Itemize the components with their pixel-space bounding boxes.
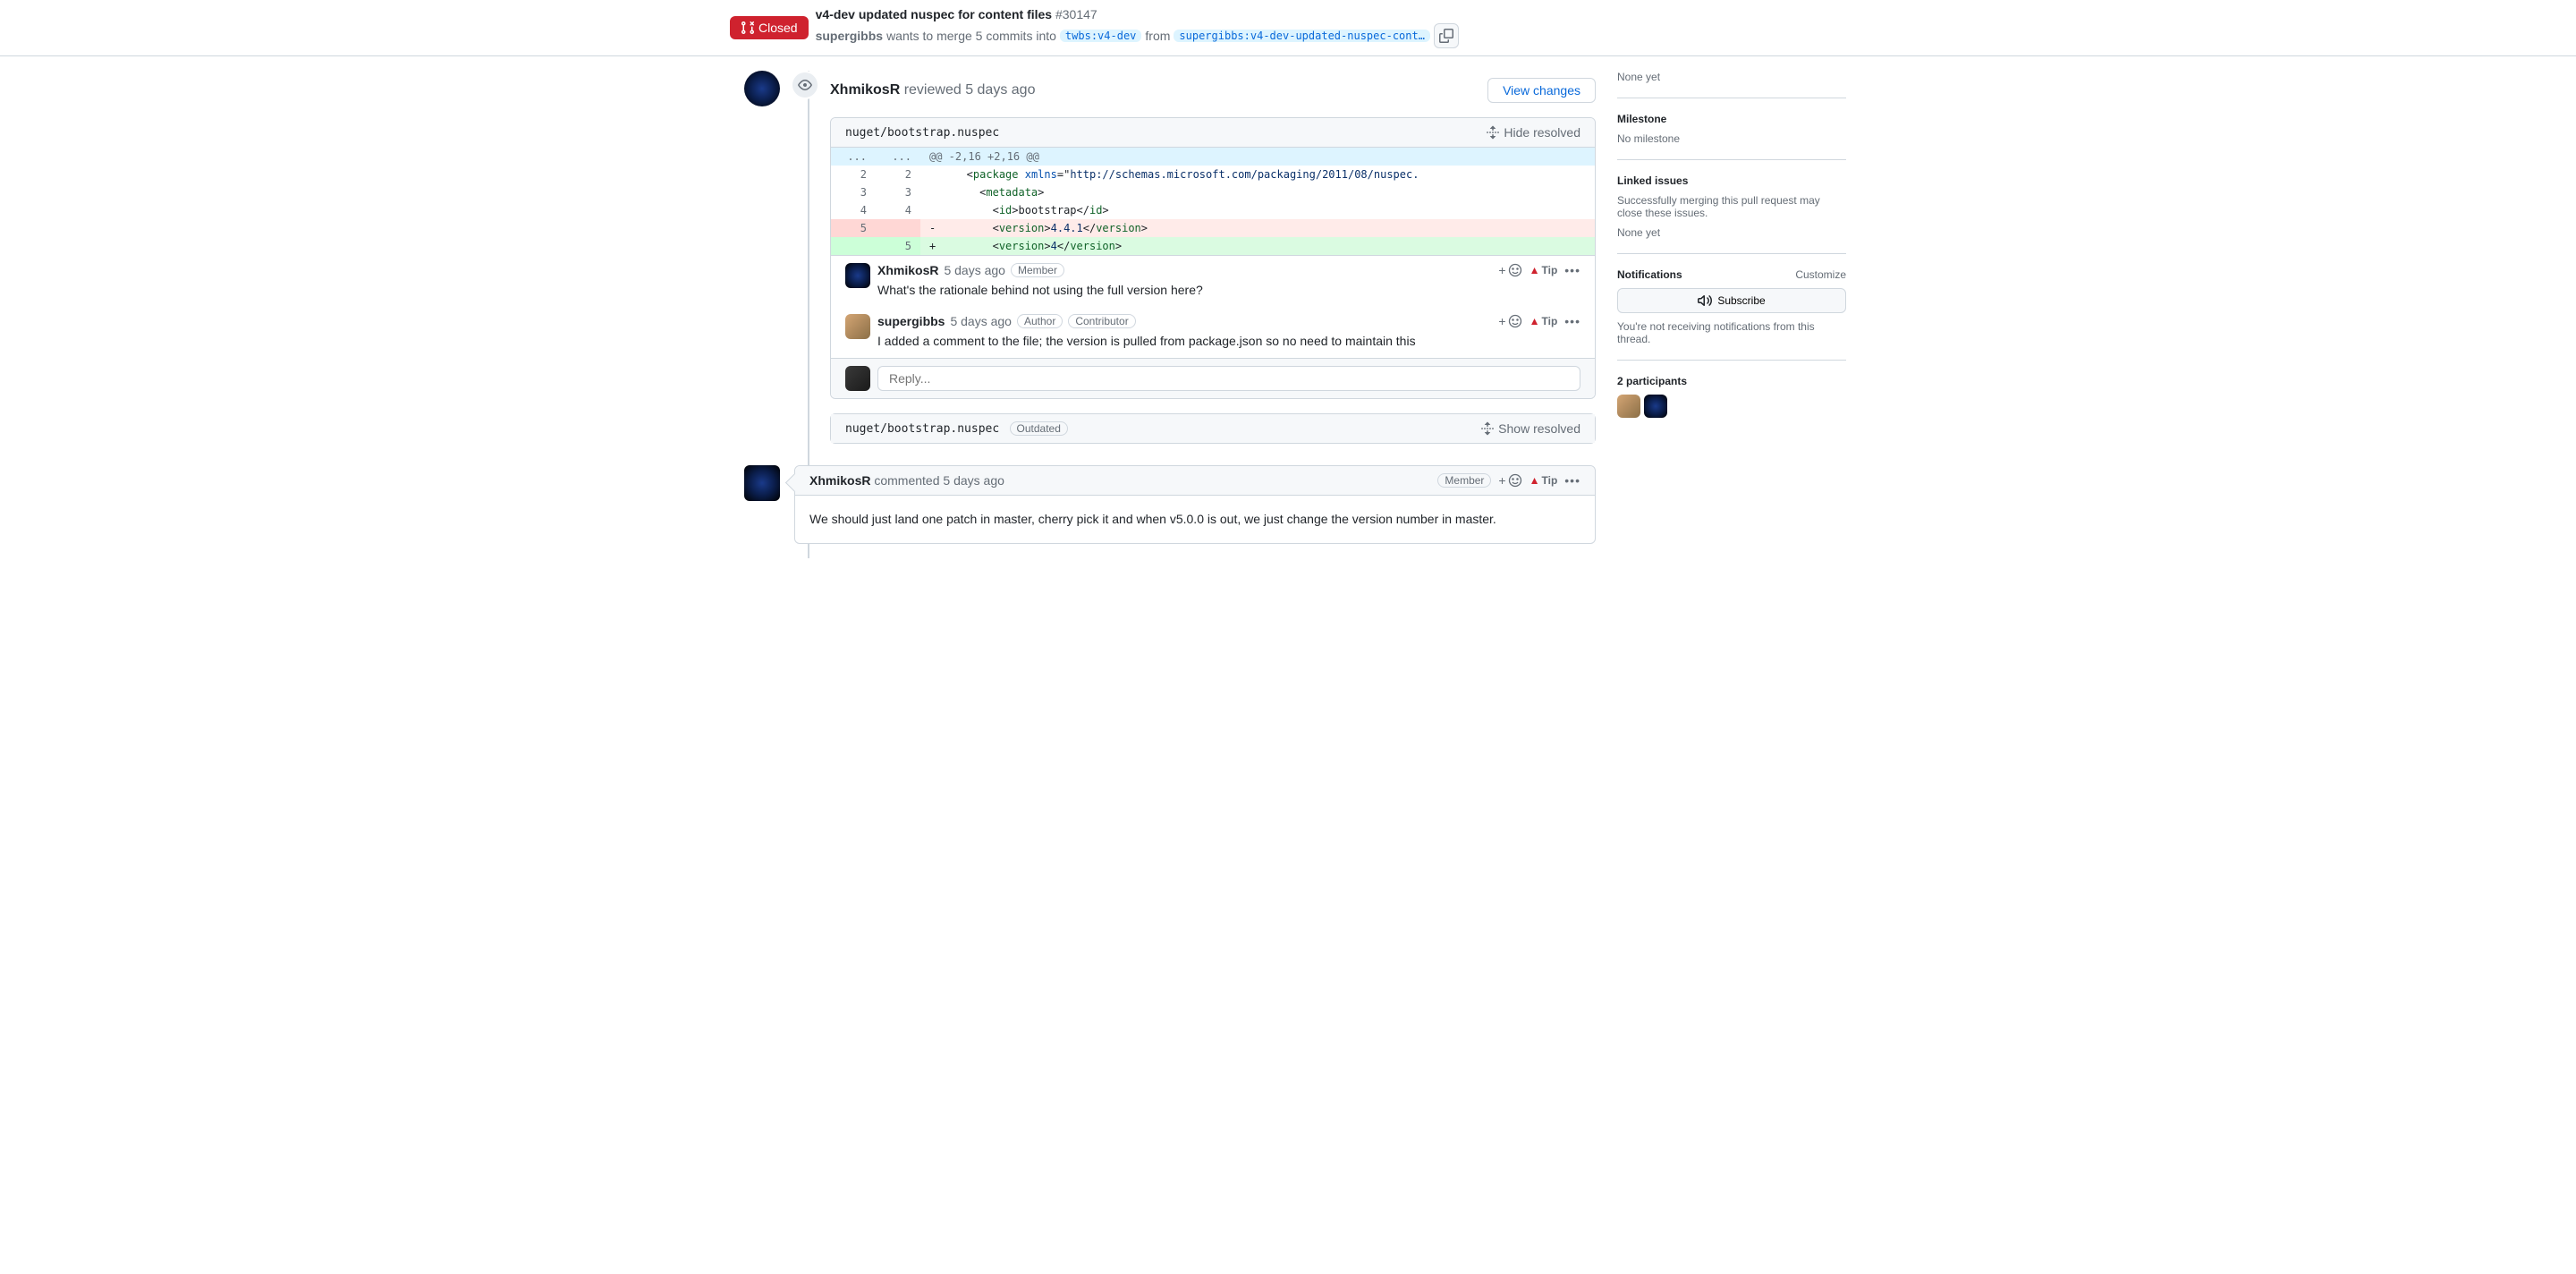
milestone-value: No milestone <box>1617 132 1846 145</box>
unfold-icon <box>1486 125 1500 140</box>
comment-menu-button[interactable]: ••• <box>1564 473 1580 488</box>
copy-icon <box>1439 29 1453 43</box>
comment-action: commented <box>874 473 939 488</box>
diff-table: ...... @@ -2,16 +2,16 @@ 22 <package xml… <box>831 148 1595 255</box>
show-resolved-button[interactable]: Show resolved <box>1480 421 1580 436</box>
show-resolved-label: Show resolved <box>1498 421 1580 436</box>
add-reaction-button[interactable]: + <box>1498 473 1521 488</box>
comment-summary: XhmikosR commented 5 days ago <box>809 473 1004 488</box>
pr-title[interactable]: v4-dev updated nuspec for content files <box>816 7 1053 21</box>
head-branch[interactable]: supergibbs:v4-dev-updated-nuspec-cont… <box>1174 30 1430 42</box>
smiley-icon <box>1508 473 1522 488</box>
base-branch[interactable]: twbs:v4-dev <box>1060 30 1141 42</box>
diff-line-context: 44 <id>bootstrap</id> <box>831 201 1595 219</box>
file-path[interactable]: nuget/bootstrap.nuspec <box>845 422 999 436</box>
reply-row <box>831 358 1595 398</box>
smiley-icon <box>1508 314 1522 328</box>
outdated-badge: Outdated <box>1010 421 1068 436</box>
review-eye-badge <box>791 71 819 99</box>
wants-to-merge-text: wants to merge 5 commits into <box>886 29 1056 43</box>
comment-menu-button[interactable]: ••• <box>1564 314 1580 328</box>
diff-line-context: 22 <package xmlns="http://schemas.micros… <box>831 166 1595 183</box>
unmute-icon <box>1698 293 1712 308</box>
comment-author[interactable]: supergibbs <box>877 314 945 328</box>
review-action: reviewed <box>904 82 962 98</box>
comment-menu-button[interactable]: ••• <box>1564 263 1580 277</box>
comment-text: We should just land one patch in master,… <box>795 496 1595 543</box>
notifications-desc: You're not receiving notifications from … <box>1617 320 1846 345</box>
review-author[interactable]: XhmikosR <box>830 82 900 98</box>
view-changes-button[interactable]: View changes <box>1487 78 1596 103</box>
participants-heading: 2 participants <box>1617 375 1846 387</box>
hunk-text: @@ -2,16 +2,16 @@ <box>920 148 1595 166</box>
hide-resolved-label: Hide resolved <box>1504 125 1580 140</box>
copy-branch-button[interactable] <box>1434 23 1459 48</box>
avatar-supergibbs-sm[interactable] <box>845 314 870 339</box>
diff-line-addition: 5+ <version>4</version> <box>831 237 1595 255</box>
comment-time[interactable]: 5 days ago <box>943 473 1004 488</box>
state-badge-closed: Closed <box>730 16 809 39</box>
contributor-badge: Contributor <box>1068 314 1135 328</box>
pr-author[interactable]: supergibbs <box>816 29 883 43</box>
linked-issues-heading[interactable]: Linked issues <box>1617 174 1846 187</box>
comment-author[interactable]: XhmikosR <box>809 473 870 488</box>
comment-text: I added a comment to the file; the versi… <box>877 332 1580 351</box>
reply-input[interactable] <box>877 366 1580 391</box>
subscribe-label: Subscribe <box>1717 294 1765 307</box>
pr-meta: supergibbs wants to merge 5 commits into… <box>816 23 1459 48</box>
review-timeline-item: XhmikosR reviewed 5 days ago View change… <box>730 71 1596 444</box>
member-badge: Member <box>1437 473 1491 488</box>
pr-sticky-header: Closed v4-dev updated nuspec for content… <box>0 0 2576 56</box>
sidebar: None yet Milestone No milestone Linked i… <box>1617 56 1846 544</box>
unfold-icon <box>1480 421 1495 436</box>
avatar-xhmikosr[interactable] <box>744 71 780 106</box>
smiley-icon <box>1508 263 1522 277</box>
add-reaction-button[interactable]: + <box>1498 314 1521 328</box>
participant-avatar-supergibbs[interactable] <box>1617 395 1640 418</box>
subscribe-button[interactable]: Subscribe <box>1617 288 1846 313</box>
avatar-current-user[interactable] <box>845 366 870 391</box>
eye-icon <box>798 78 812 92</box>
file-path[interactable]: nuget/bootstrap.nuspec <box>845 126 999 140</box>
comment-box: XhmikosR commented 5 days ago Member + ▲… <box>794 465 1596 544</box>
avatar-xhmikosr[interactable] <box>744 465 780 501</box>
tip-button[interactable]: ▲ Tip <box>1530 474 1558 487</box>
comment-text: What's the rationale behind not using th… <box>877 281 1580 300</box>
comment-author[interactable]: XhmikosR <box>877 263 938 277</box>
comment-time[interactable]: 5 days ago <box>944 263 1005 277</box>
diff-hunk-header: ...... @@ -2,16 +2,16 @@ <box>831 148 1595 166</box>
sidebar-none-yet: None yet <box>1617 71 1846 83</box>
linked-issues-desc: Successfully merging this pull request m… <box>1617 194 1846 219</box>
hide-resolved-button[interactable]: Hide resolved <box>1486 125 1580 140</box>
participant-avatar-xhmikosr[interactable] <box>1644 395 1667 418</box>
comment-timeline-item: XhmikosR commented 5 days ago Member + ▲… <box>730 465 1596 544</box>
avatar-xhmikosr-sm[interactable] <box>845 263 870 288</box>
state-label: Closed <box>758 21 798 35</box>
customize-link[interactable]: Customize <box>1795 268 1846 281</box>
review-time[interactable]: 5 days ago <box>965 82 1035 98</box>
member-badge: Member <box>1011 263 1064 277</box>
git-pull-request-closed-icon <box>741 21 755 35</box>
tip-button[interactable]: ▲ Tip <box>1530 315 1558 327</box>
review-comment: XhmikosR 5 days ago Member What's the ra… <box>831 256 1595 307</box>
tip-button[interactable]: ▲ Tip <box>1530 264 1558 276</box>
review-comment: supergibbs 5 days ago Author Contributor… <box>831 307 1595 358</box>
collapsed-review-file: nuget/bootstrap.nuspec Outdated Show res… <box>830 413 1596 444</box>
notifications-heading: Notifications Customize <box>1617 268 1846 281</box>
review-file-block: nuget/bootstrap.nuspec Hide resolved ...… <box>830 117 1596 399</box>
pr-number: #30147 <box>1055 7 1097 21</box>
diff-line-context: 33 <metadata> <box>831 183 1595 201</box>
from-text: from <box>1145 29 1170 43</box>
diff-line-deletion: 5- <version>4.4.1</version> <box>831 219 1595 237</box>
author-badge: Author <box>1017 314 1063 328</box>
comment-time[interactable]: 5 days ago <box>950 314 1012 328</box>
linked-issues-value: None yet <box>1617 226 1846 239</box>
review-summary: XhmikosR reviewed 5 days ago <box>830 82 1035 98</box>
add-reaction-button[interactable]: + <box>1498 263 1521 277</box>
milestone-heading[interactable]: Milestone <box>1617 113 1846 125</box>
